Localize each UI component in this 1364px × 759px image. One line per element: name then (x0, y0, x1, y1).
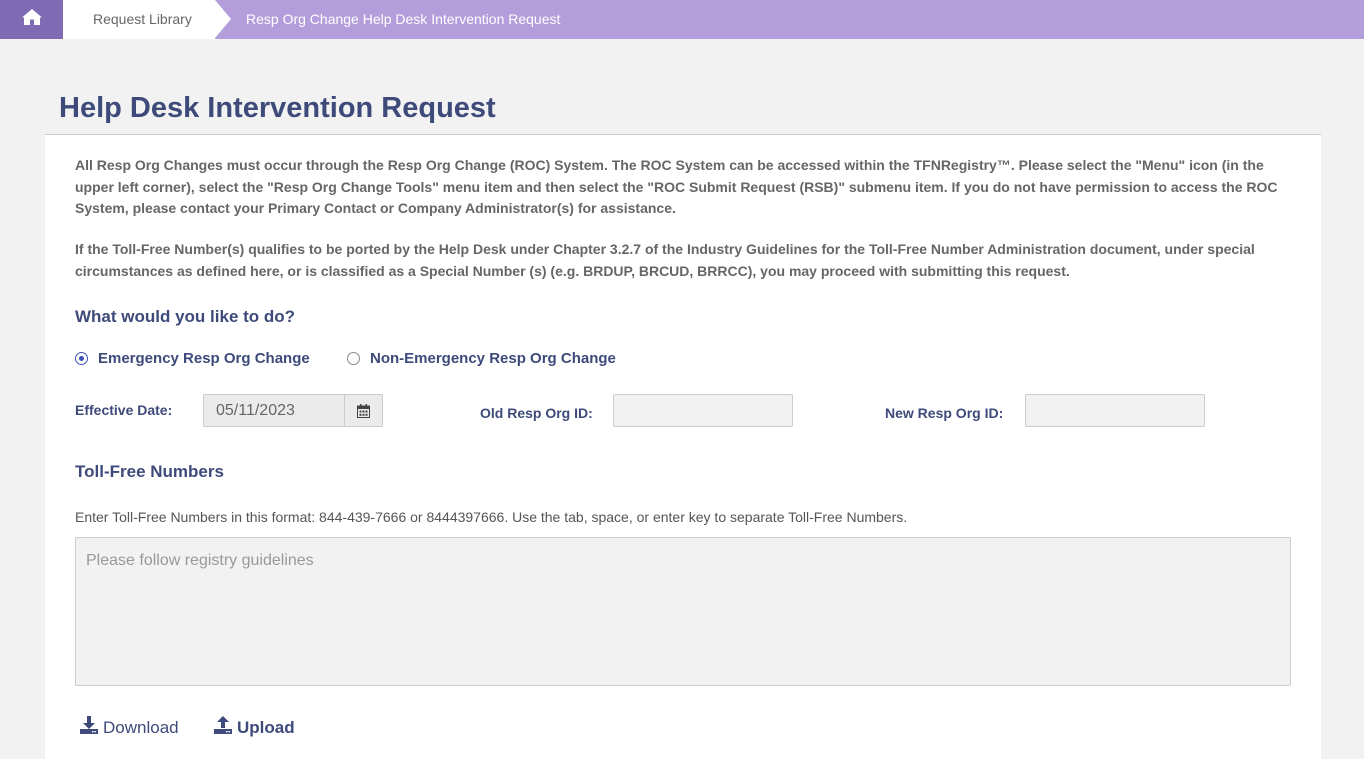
old-resp-org-input[interactable] (613, 394, 793, 427)
download-label: Download (103, 717, 179, 737)
home-icon (21, 8, 43, 31)
calendar-icon[interactable] (344, 395, 382, 426)
old-resp-org-label: Old Resp Org ID: (480, 405, 593, 421)
breadcrumb-current-page: Resp Org Change Help Desk Intervention R… (246, 11, 561, 27)
radio-non-emergency-label: Non-Emergency Resp Org Change (370, 350, 616, 367)
radio-non-emergency-resp-org-change[interactable]: Non-Emergency Resp Org Change (347, 350, 616, 367)
intro-paragraph-roc: All Resp Org Changes must occur through … (75, 157, 1278, 216)
upload-button[interactable]: Upload (213, 715, 295, 740)
request-type-question: What would you like to do? (75, 307, 296, 326)
effective-date-value[interactable]: 05/11/2023 (204, 395, 344, 426)
new-resp-org-input[interactable] (1025, 394, 1205, 427)
download-button[interactable]: Download (79, 715, 179, 740)
download-icon (79, 715, 103, 740)
page-title: Help Desk Intervention Request (59, 92, 496, 124)
radio-emergency-resp-org-change[interactable]: Emergency Resp Org Change (75, 350, 310, 367)
toll-free-numbers-hint: Enter Toll-Free Numbers in this format: … (75, 509, 908, 525)
radio-emergency-label: Emergency Resp Org Change (98, 350, 310, 367)
radio-selected-icon[interactable] (75, 352, 88, 365)
new-resp-org-label: New Resp Org ID: (885, 405, 1004, 421)
radio-unselected-icon[interactable] (347, 352, 360, 365)
breadcrumb: Request Library Resp Org Change Help Des… (0, 0, 1364, 39)
effective-date-field[interactable]: 05/11/2023 (203, 394, 383, 427)
breadcrumb-separator (215, 0, 231, 38)
upload-label: Upload (237, 717, 295, 737)
toll-free-numbers-textarea[interactable] (75, 537, 1291, 686)
breadcrumb-request-library[interactable]: Request Library (63, 0, 215, 39)
effective-date-label: Effective Date: (75, 402, 173, 418)
toll-free-numbers-heading: Toll-Free Numbers (75, 462, 224, 481)
home-button[interactable] (0, 0, 63, 39)
upload-icon (213, 715, 237, 740)
intro-paragraph-eligibility: If the Toll-Free Number(s) qualifies to … (75, 241, 1255, 279)
